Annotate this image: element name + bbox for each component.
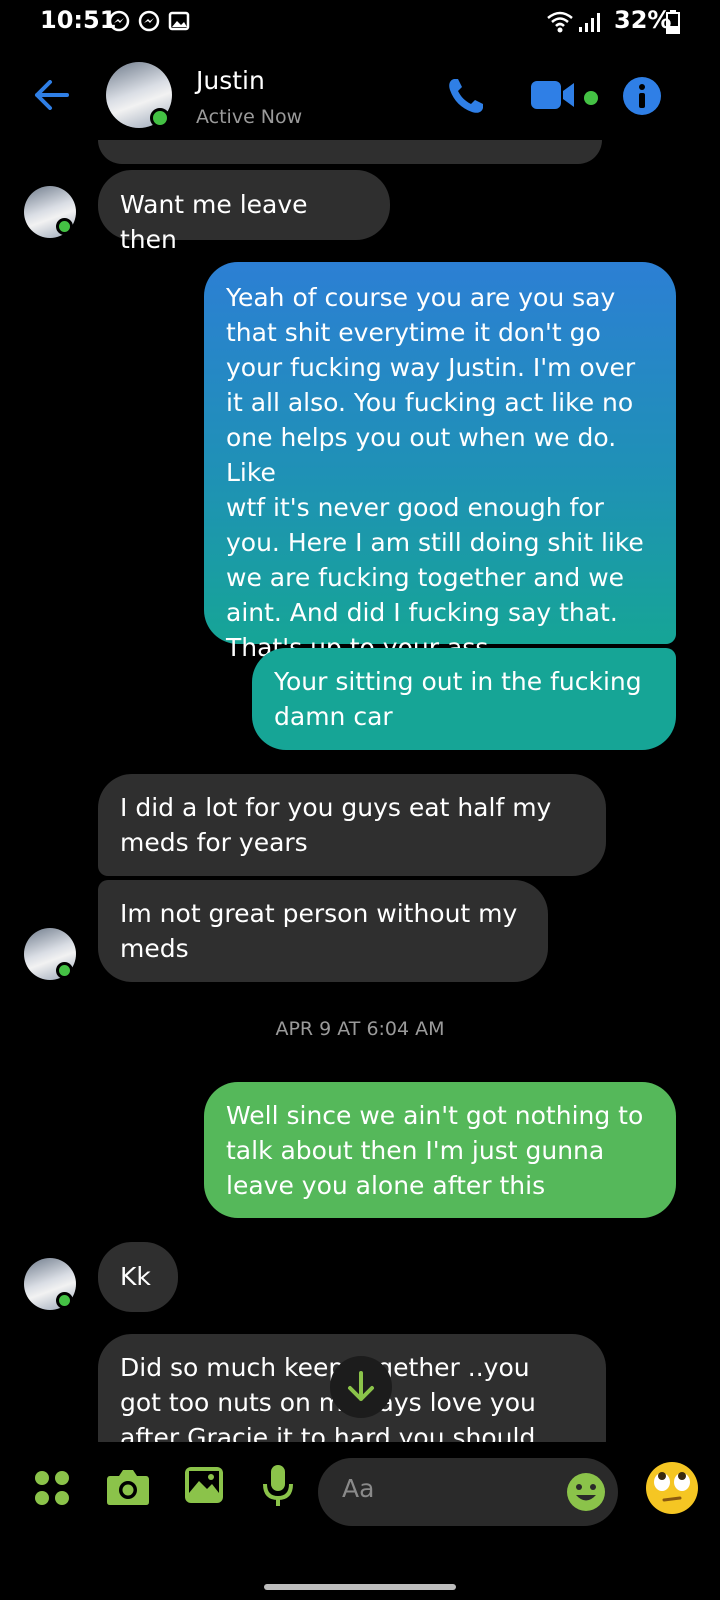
active-status: Active Now <box>196 106 303 128</box>
wifi-icon <box>547 11 573 33</box>
conversation-header: Justin Active Now <box>0 46 720 150</box>
video-icon[interactable] <box>530 78 578 112</box>
message-bubble-partial <box>98 140 602 164</box>
message-text: Your sitting out in the fucking <box>274 667 642 696</box>
info-icon[interactable] <box>622 76 662 116</box>
emoji-icon[interactable] <box>566 1472 606 1512</box>
message-text: damn car <box>274 702 393 731</box>
message-text: I did a lot for you guys eat half my <box>120 793 552 822</box>
message-text: Im not great person without my <box>120 899 518 928</box>
menu-dots-icon[interactable] <box>34 1470 70 1506</box>
date-separator: APR 9 AT 6:04 AM <box>275 1018 445 1040</box>
message-text: aint. And did I fucking say that. <box>226 598 618 627</box>
message-outgoing[interactable]: Your sitting out in the fucking damn car <box>252 648 676 750</box>
message-text: Well since we ain't got nothing to <box>226 1101 644 1130</box>
message-text: one helps you out when we do. Like <box>226 423 617 487</box>
back-arrow-icon[interactable] <box>34 80 70 110</box>
message-text: that shit everytime it don't go <box>226 318 601 347</box>
message-text: Yeah of course you are you say <box>226 283 616 312</box>
phone-icon[interactable] <box>446 76 486 116</box>
battery-icon <box>666 10 680 34</box>
message-text: leave you alone after this <box>226 1171 546 1200</box>
message-outgoing[interactable]: Yeah of course you are you say that shit… <box>204 262 676 662</box>
scroll-to-bottom-button[interactable] <box>330 1356 392 1418</box>
message-text: wtf it's never good enough for <box>226 493 604 522</box>
message-text: we are fucking together and we <box>226 563 625 592</box>
clock: 10:51 <box>40 6 117 34</box>
message-outgoing[interactable]: Well since we ain't got nothing to talk … <box>204 1082 676 1218</box>
online-indicator <box>56 218 73 235</box>
message-input-placeholder: Aa <box>342 1474 375 1503</box>
battery-percent: 32% <box>614 6 672 34</box>
home-indicator[interactable] <box>264 1584 456 1590</box>
video-active-indicator <box>584 91 598 105</box>
gallery-icon <box>168 11 190 31</box>
messenger-icon <box>108 10 130 32</box>
online-indicator <box>56 962 73 979</box>
online-indicator <box>150 108 170 128</box>
message-text: your fucking way Justin. I'm over <box>226 353 636 382</box>
contact-name[interactable]: Justin <box>196 66 265 95</box>
message-text: Kk <box>120 1262 151 1291</box>
message-text: Want me leave then <box>120 190 308 254</box>
arrow-down-icon <box>348 1371 374 1401</box>
camera-icon[interactable] <box>106 1468 150 1506</box>
status-bar: 10:51 32% <box>0 0 720 46</box>
signal-icon <box>579 13 600 32</box>
message-text: after Gracie it to hard you should <box>120 1423 536 1442</box>
message-text: it all also. You fucking act like no <box>226 388 634 417</box>
message-text: meds <box>120 934 189 963</box>
microphone-icon[interactable] <box>262 1464 294 1508</box>
message-incoming[interactable]: Kk <box>98 1242 178 1312</box>
message-text: meds for years <box>120 828 308 857</box>
message-incoming[interactable]: Im not great person without my meds <box>98 880 548 982</box>
message-incoming[interactable]: Want me leave then <box>98 170 390 254</box>
online-indicator <box>56 1292 73 1309</box>
eye-roll-emoji-icon[interactable] <box>644 1460 700 1516</box>
message-text: you. Here I am still doing shit like <box>226 528 644 557</box>
message-text: talk about then I'm just gunna <box>226 1136 605 1165</box>
message-composer: Aa <box>0 1440 720 1530</box>
image-icon[interactable] <box>184 1466 224 1504</box>
messenger-icon <box>138 10 160 32</box>
message-input[interactable]: Aa <box>318 1458 618 1526</box>
message-incoming[interactable]: I did a lot for you guys eat half my med… <box>98 774 606 876</box>
